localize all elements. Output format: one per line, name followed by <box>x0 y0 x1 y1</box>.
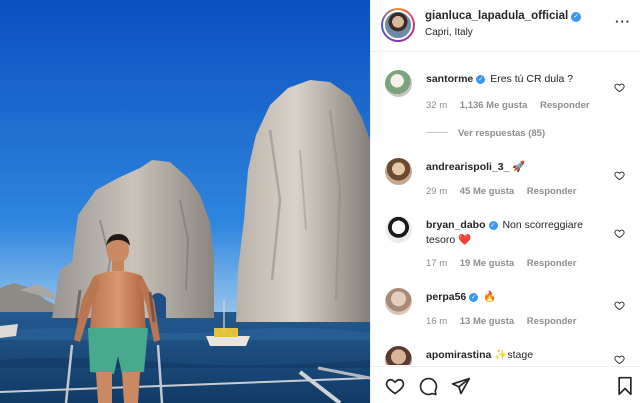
view-replies-button[interactable]: Ver respuestas (85) <box>426 128 545 139</box>
reply-button[interactable]: Responder <box>527 316 577 327</box>
comment-username[interactable]: perpa56 <box>426 291 466 303</box>
reply-button[interactable]: Responder <box>527 258 577 269</box>
author-avatar[interactable] <box>381 8 415 42</box>
comments-list: santorme ✓ Eres tú CR dula ? 32 m 1,136 M… <box>371 52 640 365</box>
comment-time: 29 m <box>426 186 448 197</box>
reply-button[interactable]: Responder <box>527 186 577 197</box>
commenter-avatar[interactable] <box>385 346 412 365</box>
post-side-panel: gianluca_lapadula_official ✓ Capri, Italy… <box>370 0 640 403</box>
comment-likes[interactable]: 1,136 Me gusta <box>460 100 528 111</box>
comment-text: Eres tú CR dula ? <box>490 73 574 85</box>
comment-likes[interactable]: 13 Me gusta <box>460 316 514 327</box>
more-options-icon[interactable]: ··· <box>615 14 631 29</box>
commenter-avatar[interactable] <box>385 70 412 97</box>
verified-icon: ✓ <box>488 221 498 230</box>
comment-text: ✨stage <box>494 349 534 361</box>
comment-text: 🔥 <box>483 291 497 303</box>
comment-username[interactable]: santorme <box>426 73 473 85</box>
comment-time: 16 m <box>426 316 448 327</box>
reply-button[interactable]: Responder <box>540 100 590 111</box>
commenter-avatar[interactable] <box>385 216 412 243</box>
like-icon[interactable] <box>385 376 405 396</box>
verified-icon: ✓ <box>476 75 486 84</box>
post-action-bar <box>371 366 640 403</box>
comment-icon[interactable] <box>418 376 438 396</box>
comment-username[interactable]: andrearispoli_3_ <box>426 161 509 173</box>
post-header: gianluca_lapadula_official ✓ Capri, Italy… <box>371 0 640 52</box>
post-location[interactable]: Capri, Italy <box>425 27 473 38</box>
comment-username[interactable]: bryan_dabo <box>426 219 486 231</box>
comment-username[interactable]: apomirastina <box>426 349 491 361</box>
comment-time: 32 m <box>426 100 448 111</box>
commenter-avatar[interactable] <box>385 158 412 185</box>
commenter-avatar[interactable] <box>385 288 412 315</box>
like-comment-heart-icon[interactable] <box>614 170 625 181</box>
comment-likes[interactable]: 45 Me gusta <box>460 186 514 197</box>
save-icon[interactable] <box>615 376 635 396</box>
like-comment-heart-icon[interactable] <box>614 228 625 239</box>
share-icon[interactable] <box>451 376 471 396</box>
replies-divider <box>426 132 448 133</box>
like-comment-heart-icon[interactable] <box>614 82 625 93</box>
author-username[interactable]: gianluca_lapadula_official ✓ <box>425 10 582 22</box>
verified-icon: ✓ <box>571 12 582 22</box>
comment-text: 🚀 <box>512 161 526 173</box>
post-photo[interactable] <box>0 0 370 403</box>
comment-likes[interactable]: 19 Me gusta <box>460 258 514 269</box>
like-comment-heart-icon[interactable] <box>614 354 625 365</box>
like-comment-heart-icon[interactable] <box>614 300 625 311</box>
verified-icon: ✓ <box>469 293 479 302</box>
comment-time: 17 m <box>426 258 448 269</box>
